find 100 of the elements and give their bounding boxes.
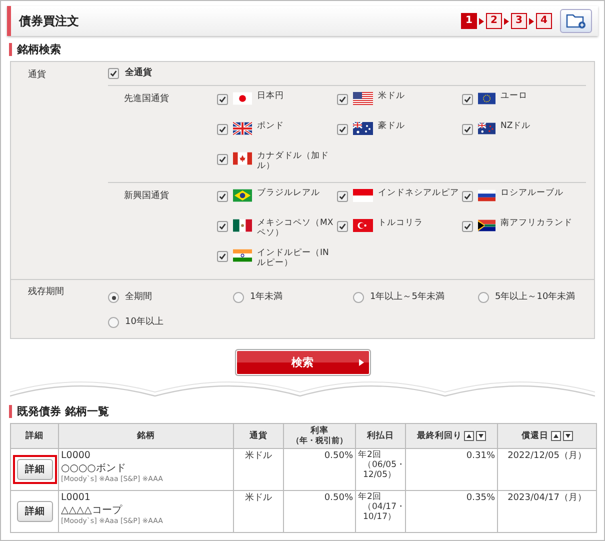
arrow-icon <box>529 18 534 24</box>
table-cell-text: （04/17・10/17） <box>362 503 403 523</box>
checkbox[interactable] <box>108 68 119 80</box>
checkbox-label: インドネシアルピア <box>378 189 460 199</box>
checkbox[interactable] <box>217 221 228 232</box>
column-header: 償還日 <box>498 424 596 449</box>
checkbox[interactable] <box>462 191 473 202</box>
mexico-flag-icon <box>233 219 252 232</box>
step-indicator: 3 <box>511 13 527 29</box>
table-cell-text: 年2回 <box>358 451 382 460</box>
radio-label: 1年以上～5年未満 <box>370 292 444 304</box>
step-indicator: 1 <box>461 13 477 29</box>
column-header: 利払日 <box>356 424 406 449</box>
table-cell-text: 年2回 <box>358 493 382 502</box>
india-flag-icon <box>233 249 252 262</box>
group-label: 先進国通貨 <box>123 92 170 106</box>
uk-flag-icon <box>233 122 252 136</box>
bond-code: L0000 <box>61 451 92 462</box>
table-cell: 0.50% <box>324 493 353 504</box>
bond-name: ○○○○ボンド <box>61 462 127 475</box>
step-indicator: 4 <box>536 13 552 29</box>
table-cell: 0.35% <box>466 493 495 504</box>
column-header: 利率 （年・税引前） <box>284 424 356 449</box>
radio-button[interactable] <box>478 292 489 304</box>
checkbox-label: カナダドル（加ドル） <box>257 152 330 171</box>
group-label: 新興国通貨 <box>123 190 170 204</box>
column-header: 最終利回り <box>406 424 498 449</box>
radio-button[interactable] <box>353 292 364 304</box>
checkbox-label: ユーロ <box>500 92 528 102</box>
sort-down-icon[interactable] <box>562 431 572 442</box>
radio-button[interactable] <box>233 292 244 304</box>
step-indicator: 2 <box>486 13 502 29</box>
table-cell: 米ドル <box>245 451 272 462</box>
checkbox-label: 米ドル <box>378 92 406 102</box>
radio-label: 5年以上～10年未満 <box>495 292 576 304</box>
checkbox[interactable] <box>337 221 348 232</box>
sort-up-icon[interactable] <box>550 431 560 442</box>
russia-flag-icon <box>478 189 496 202</box>
checkbox[interactable] <box>217 251 228 262</box>
checkbox-label: NZドル <box>500 122 532 132</box>
detail-button[interactable]: 詳細 <box>17 501 53 522</box>
radio-button[interactable] <box>108 292 119 304</box>
japan-flag-icon <box>233 92 252 106</box>
column-header: 詳細 <box>10 424 58 449</box>
checkbox-label: ロシアルーブル <box>500 189 564 199</box>
checkbox[interactable] <box>217 191 228 202</box>
checkbox[interactable] <box>337 191 348 202</box>
folder-button[interactable] <box>560 9 592 33</box>
column-header: 通貨 <box>234 424 284 449</box>
brazil-flag-icon <box>233 189 252 202</box>
indonesia-flag-icon <box>353 189 373 202</box>
detail-button[interactable]: 詳細 <box>17 459 53 480</box>
checkbox-label: ブラジルレアル <box>257 189 322 199</box>
sort-up-icon[interactable] <box>464 431 474 442</box>
checkbox[interactable] <box>337 124 348 136</box>
checkbox[interactable] <box>217 94 228 106</box>
sort-down-icon[interactable] <box>476 431 486 442</box>
checkbox[interactable] <box>217 124 228 136</box>
table-cell: 2023/04/17（月） <box>508 493 586 504</box>
table-cell: 0.31% <box>466 451 495 462</box>
checkbox[interactable] <box>462 221 473 232</box>
canada-flag-icon <box>233 152 252 166</box>
checkbox-label: ポンド <box>257 122 286 132</box>
australia-flag-icon <box>353 122 373 136</box>
checkbox[interactable] <box>217 154 228 166</box>
bond-code: L0001 <box>61 493 92 504</box>
page-title: 債券買注文 <box>19 14 80 28</box>
checkbox-label: メキシコペソ（MXペソ） <box>257 219 334 238</box>
field-label: 残存期間 <box>28 286 65 300</box>
checkbox[interactable] <box>337 94 348 106</box>
section-title: 既発債券 銘柄一覧 <box>9 405 596 418</box>
checkbox-label: 日本円 <box>257 92 286 102</box>
folder-plus-icon <box>566 13 586 29</box>
radio-label: 全期間 <box>125 292 152 304</box>
section-title: 銘柄検索 <box>9 43 596 56</box>
checkbox-label: 全通貨 <box>125 68 152 80</box>
checkbox-label: インドルピー（INルピー） <box>257 249 330 268</box>
checkbox[interactable] <box>462 124 473 136</box>
search-button[interactable]: 検索 <box>234 349 370 376</box>
table-cell-text: （06/05・12/05） <box>362 461 403 481</box>
turkey-flag-icon <box>353 219 373 232</box>
eu-flag-icon <box>478 92 496 106</box>
arrow-icon <box>504 18 509 24</box>
arrow-icon <box>479 18 484 24</box>
column-header: 銘柄 <box>58 424 234 449</box>
radio-label: 10年以上 <box>125 317 164 328</box>
south-africa-flag-icon <box>478 219 496 232</box>
field-label: 通貨 <box>28 68 47 82</box>
arrow-icon <box>358 359 364 366</box>
checkbox-label: トルコリラ <box>378 219 424 229</box>
checkbox[interactable] <box>462 94 473 106</box>
bond-name: △△△△コープ <box>61 504 124 517</box>
checkbox-label: 豪ドル <box>378 122 406 132</box>
radio-button[interactable] <box>108 317 119 328</box>
us-flag-icon <box>353 92 373 106</box>
table-cell: 0.50% <box>324 451 353 462</box>
new-zealand-flag-icon <box>478 122 496 136</box>
checkbox-label: 南アフリカランド <box>500 219 574 229</box>
table-cell: 米ドル <box>245 493 272 504</box>
radio-label: 1年未満 <box>250 292 283 304</box>
